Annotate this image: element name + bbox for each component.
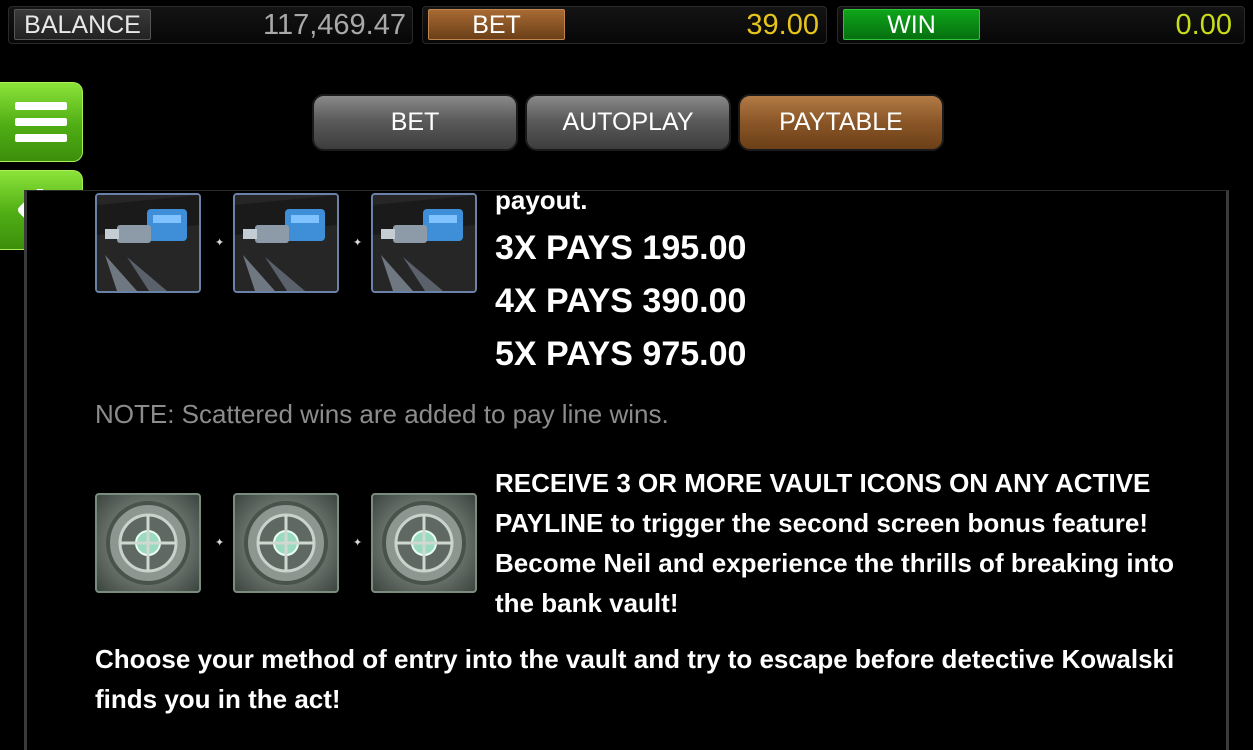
vault-icon: [95, 493, 201, 593]
tab-autoplay[interactable]: AUTOPLAY: [525, 94, 731, 151]
plus-icon: ✦: [215, 236, 225, 249]
pay-3x: 3X PAYS 195.00: [495, 229, 747, 267]
drill-icon: [233, 193, 339, 293]
plus-icon: ✦: [353, 236, 363, 249]
pay-4x: 4X PAYS 390.00: [495, 282, 747, 320]
status-bar: BALANCE 117,469.47 BET 39.00 WIN 0.00: [0, 0, 1253, 48]
tab-paytable[interactable]: PAYTABLE: [738, 94, 944, 151]
paytable-panel: ✦ ✦ payout. 3X PAYS 195.00 4X PAYS 390.0…: [24, 190, 1229, 750]
menu-button[interactable]: [0, 82, 83, 162]
vault-icon: [233, 493, 339, 593]
bet-label: BET: [428, 9, 565, 40]
payout-continued-text: payout.: [495, 190, 588, 215]
bet-value: 39.00: [746, 9, 819, 41]
win-value: 0.00: [1175, 9, 1232, 41]
win-label: WIN: [843, 9, 980, 40]
drill-icon: [95, 193, 201, 293]
bonus-feature-text: Choose your method of entry into the vau…: [95, 644, 1175, 714]
scatter-note: NOTE: Scattered wins are added to pay li…: [95, 399, 669, 429]
hamburger-icon: [15, 102, 67, 142]
balance-label: BALANCE: [14, 9, 151, 40]
tab-bet[interactable]: BET: [312, 94, 518, 151]
balance-value: 117,469.47: [263, 9, 406, 41]
plus-icon: ✦: [353, 536, 363, 549]
pay-5x: 5X PAYS 975.00: [495, 335, 747, 373]
vault-bonus-description: RECEIVE 3 OR MORE VAULT ICONS ON ANY ACT…: [495, 468, 1175, 618]
plus-icon: ✦: [215, 536, 225, 549]
vault-icon: [371, 493, 477, 593]
drill-icon: [371, 193, 477, 293]
